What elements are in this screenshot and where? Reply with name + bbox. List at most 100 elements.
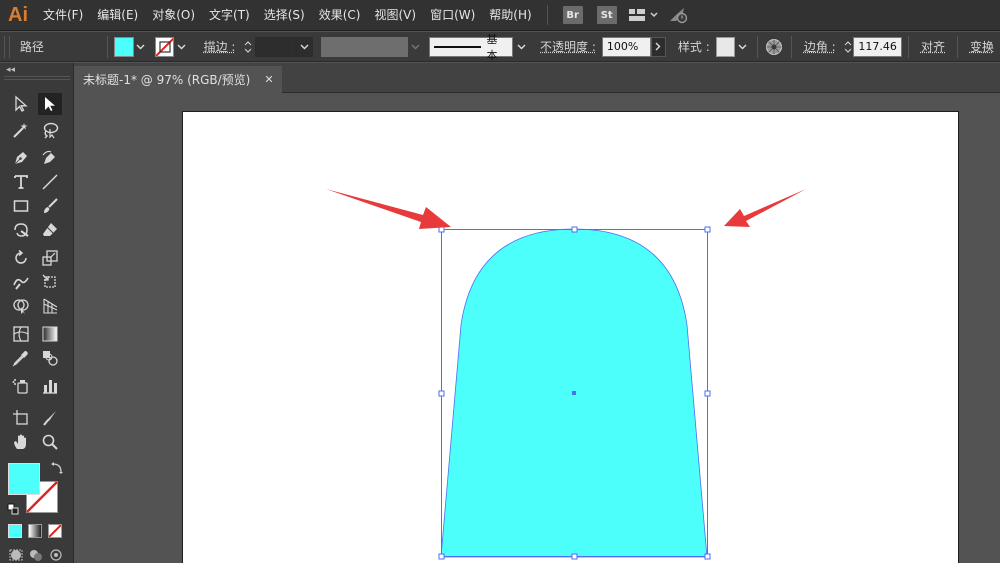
pen-tool[interactable] <box>9 147 33 169</box>
gradient-mode-button[interactable] <box>28 524 42 538</box>
perspective-grid-tool[interactable] <box>38 295 62 317</box>
corner-radius-input[interactable]: 117.46 px <box>853 36 903 57</box>
rectangle-tool[interactable] <box>9 195 33 217</box>
zoom-tool[interactable] <box>38 431 62 453</box>
direct-selection-tool[interactable] <box>38 93 62 115</box>
align-panel-link[interactable]: 对齐 <box>915 38 951 55</box>
paintbrush-tool[interactable] <box>38 195 62 217</box>
stroke-weight-dropdown[interactable] <box>295 36 314 57</box>
graphic-style-swatch[interactable] <box>715 36 736 57</box>
opacity-input[interactable]: 100% <box>601 36 651 57</box>
corner-label[interactable]: 边角 : <box>798 38 842 55</box>
bbox-handle-top-center[interactable] <box>571 226 578 233</box>
eraser-tool[interactable] <box>38 219 62 241</box>
stroke-color-swatch[interactable] <box>154 36 175 57</box>
color-mode-button[interactable] <box>8 524 22 538</box>
slice-tool[interactable] <box>38 407 62 429</box>
draw-inside-icon[interactable] <box>48 548 64 562</box>
fill-color-swatch[interactable] <box>114 36 134 57</box>
shape-builder-icon <box>13 299 29 314</box>
line-icon <box>42 174 58 190</box>
corner-stepper[interactable] <box>842 37 854 57</box>
column-graph-tool[interactable] <box>38 375 62 397</box>
curvature-tool[interactable] <box>38 147 62 169</box>
menu-view[interactable]: 视图(V) <box>367 0 423 31</box>
stroke-weight-label[interactable]: 描边 : <box>198 38 242 55</box>
canvas-area[interactable] <box>74 94 1000 563</box>
control-bar: 路径 描边 : 基本 不透明度 : 100% 样式 : 边角: 117.46 … <box>0 32 1000 62</box>
bbox-handle-bottom-center[interactable] <box>571 553 578 560</box>
brush-dropdown[interactable] <box>513 37 530 57</box>
menu-bar: Ai 文件(F) 编辑(E) 对象(O) 文字(T) 选择(S) 效果(C) 视… <box>0 0 1000 31</box>
stroke-dropdown[interactable] <box>174 37 188 57</box>
tools-panel: ◂◂ <box>0 63 74 563</box>
stock-button[interactable]: St <box>596 6 617 24</box>
menu-edit[interactable]: 编辑(E) <box>90 0 145 31</box>
document-tab[interactable]: 未标题-1* @ 97% (RGB/预览) ✕ <box>74 66 282 93</box>
stroke-weight-input[interactable] <box>255 36 296 57</box>
rotate-tool[interactable] <box>9 247 33 269</box>
bbox-handle-bottom-left[interactable] <box>438 553 445 560</box>
line-segment-tool[interactable] <box>38 171 62 193</box>
warp-tool[interactable] <box>9 271 33 293</box>
bbox-handle-top-left[interactable] <box>438 226 445 233</box>
bbox-handle-middle-left[interactable] <box>438 390 445 397</box>
type-tool[interactable] <box>9 171 33 193</box>
symbol-sprayer-tool[interactable] <box>9 375 33 397</box>
draw-normal-icon[interactable] <box>8 548 24 562</box>
fill-color-box[interactable] <box>8 463 40 495</box>
draw-behind-icon[interactable] <box>28 548 44 562</box>
default-fill-stroke-icon[interactable] <box>7 503 19 515</box>
control-bar-grip[interactable] <box>4 35 10 58</box>
brush-definition[interactable]: 基本 <box>429 33 513 62</box>
document-tab-title: 未标题-1* @ 97% (RGB/预览) <box>83 73 251 87</box>
shape-builder-tool[interactable] <box>9 295 33 317</box>
hand-tool[interactable] <box>9 431 33 453</box>
scale-tool[interactable] <box>38 247 62 269</box>
opacity-label[interactable]: 不透明度 : <box>534 38 602 55</box>
lasso-tool[interactable] <box>38 119 62 141</box>
selection-tool[interactable] <box>9 93 33 115</box>
menu-object[interactable]: 对象(O) <box>145 0 202 31</box>
rocket-icon <box>669 8 687 24</box>
bbox-handle-middle-right[interactable] <box>704 390 711 397</box>
none-mode-button[interactable] <box>48 524 62 538</box>
divider <box>756 35 758 58</box>
collapse-panel-icon[interactable]: ◂◂ <box>6 65 15 75</box>
annotation-arrow-right <box>724 189 806 227</box>
fill-dropdown[interactable] <box>134 37 148 57</box>
transform-panel-link[interactable]: 变换 <box>964 38 1000 55</box>
menu-help[interactable]: 帮助(H) <box>482 0 538 31</box>
eyedropper-tool[interactable] <box>9 347 33 369</box>
curvature-pen-icon <box>42 150 55 164</box>
magic-wand-tool[interactable] <box>9 119 33 141</box>
blend-tool[interactable] <box>38 347 62 369</box>
gradient-tool[interactable] <box>38 323 62 345</box>
menu-file[interactable]: 文件(F) <box>36 0 90 31</box>
shaper-tool[interactable] <box>9 219 33 241</box>
profile-dropdown[interactable] <box>408 37 423 57</box>
stroke-weight-stepper[interactable] <box>241 37 255 57</box>
object-type-label: 路径 <box>19 40 44 54</box>
menu-window[interactable]: 窗口(W) <box>423 0 482 31</box>
workspace-switcher-button[interactable] <box>624 0 664 31</box>
graphic-style-dropdown[interactable] <box>735 37 750 57</box>
bridge-button[interactable]: Br <box>562 6 583 24</box>
menu-effect[interactable]: 效果(C) <box>312 0 368 31</box>
panel-grip[interactable] <box>4 76 70 80</box>
bbox-handle-top-right[interactable] <box>704 226 711 233</box>
gpu-performance-button[interactable] <box>664 0 692 31</box>
free-transform-tool[interactable] <box>38 271 62 293</box>
annotation-arrow-left <box>326 189 451 229</box>
recolor-artwork-button[interactable] <box>764 36 785 58</box>
mesh-tool[interactable] <box>9 323 33 345</box>
menu-type[interactable]: 文字(T) <box>202 0 257 31</box>
variable-width-profile[interactable] <box>320 36 408 57</box>
bbox-handle-bottom-right[interactable] <box>704 553 711 560</box>
swap-fill-stroke-icon[interactable] <box>50 461 64 475</box>
artboard-tool[interactable] <box>9 407 33 429</box>
menu-select[interactable]: 选择(S) <box>257 0 312 31</box>
artboard[interactable] <box>182 111 959 563</box>
close-tab-icon[interactable]: ✕ <box>264 73 273 86</box>
opacity-slider-button[interactable] <box>650 36 667 57</box>
